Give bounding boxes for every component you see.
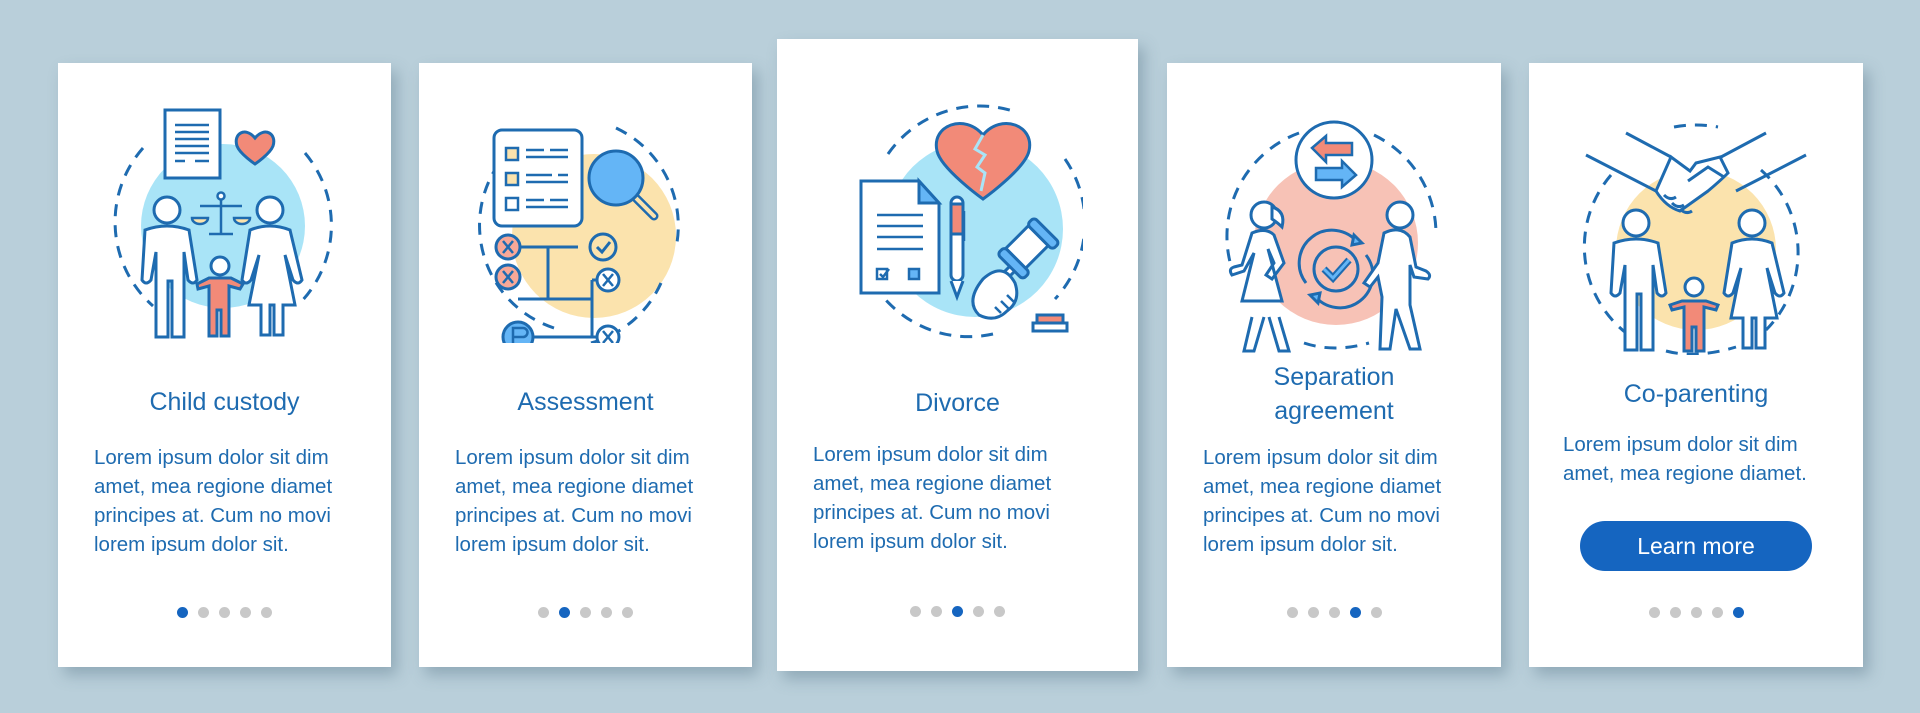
description-line: amet, mea regione diamet [1203, 475, 1442, 498]
page-dot-2[interactable] [559, 607, 570, 618]
title-line: agreement [1274, 397, 1394, 425]
page-dot-3[interactable] [1690, 607, 1702, 618]
page-dot-1[interactable] [177, 607, 188, 618]
title-line: Separation [1273, 363, 1395, 391]
description-line: amet, mea regione diamet. [1563, 462, 1807, 485]
onboarding-card-assessment: Assessment Lorem ipsum dolor sit dim ame… [419, 63, 752, 667]
card-title: Co-parenting [1529, 377, 1863, 411]
page-dot-2[interactable] [1307, 607, 1319, 618]
description-line: lorem ipsum dolor sit. [94, 533, 289, 556]
card-description: Lorem ipsum dolor sit dim amet, mea regi… [455, 443, 732, 559]
pagination-dots [777, 606, 1138, 617]
description-line: principes at. Cum no movi [813, 501, 1050, 524]
description-line: lorem ipsum dolor sit. [813, 530, 1008, 553]
page-dot-1[interactable] [538, 607, 549, 618]
description-line: principes at. Cum no movi [1203, 504, 1440, 527]
description-line: lorem ipsum dolor sit. [455, 533, 650, 556]
page-dot-4[interactable] [1349, 607, 1361, 618]
assessment-illustration [477, 126, 680, 343]
description-line: Lorem ipsum dolor sit dim [813, 443, 1048, 466]
pen-icon [949, 195, 965, 302]
page-dot-2[interactable] [198, 607, 209, 618]
page-dot-5[interactable] [622, 607, 633, 618]
page-dot-3[interactable] [580, 607, 591, 618]
page-dot-2[interactable] [931, 606, 942, 617]
checklist-icon [492, 128, 583, 228]
page-dot-4[interactable] [240, 607, 251, 618]
page-dot-1[interactable] [1648, 607, 1660, 618]
description-line: Lorem ipsum dolor sit dim [1203, 446, 1438, 469]
card-title: Separation agreement [1167, 360, 1501, 428]
page-dot-4[interactable] [973, 606, 984, 617]
page-dot-2[interactable] [1669, 607, 1681, 618]
document-icon [163, 108, 221, 180]
card-description: Lorem ipsum dolor sit dim amet, mea regi… [1203, 443, 1481, 559]
onboarding-card-child-custody: Child custody Lorem ipsum dolor sit dim … [58, 63, 391, 667]
card-title: Assessment [419, 385, 752, 419]
card-title: Divorce [777, 386, 1138, 420]
onboarding-card-divorce: Divorce Lorem ipsum dolor sit dim amet, … [777, 39, 1138, 671]
co-parenting-illustration [1582, 123, 1807, 355]
page-dot-3[interactable] [952, 606, 963, 617]
description-line: principes at. Cum no movi [455, 504, 692, 527]
description-line: Lorem ipsum dolor sit dim [94, 446, 329, 469]
separation-agreement-illustration [1225, 120, 1438, 353]
card-description: Lorem ipsum dolor sit dim amet, mea regi… [1563, 430, 1843, 488]
page-dot-5[interactable] [261, 607, 272, 618]
description-line: Lorem ipsum dolor sit dim [1563, 433, 1798, 456]
pagination-dots [1529, 607, 1863, 618]
card-title: Child custody [58, 385, 391, 419]
page-dot-4[interactable] [1711, 607, 1723, 618]
pagination-dots [1167, 607, 1501, 618]
child-custody-illustration [113, 108, 333, 339]
page-dot-5[interactable] [1732, 607, 1744, 618]
page-dot-1[interactable] [1286, 607, 1298, 618]
divorce-illustration [859, 104, 1083, 339]
description-line: amet, mea regione diamet [455, 475, 694, 498]
description-line: amet, mea regione diamet [813, 472, 1052, 495]
onboarding-card-separation-agreement: Separation agreement Lorem ipsum dolor s… [1167, 63, 1501, 667]
title-line: Child custody [149, 388, 300, 416]
exchange-arrows-icon [1294, 120, 1374, 200]
page-dot-1[interactable] [910, 606, 921, 617]
description-line: lorem ipsum dolor sit. [1203, 533, 1398, 556]
handshake-icon [1585, 131, 1807, 215]
page-dot-5[interactable] [1370, 607, 1382, 618]
document-icon [859, 177, 942, 295]
description-line: amet, mea regione diamet [94, 475, 333, 498]
page-dot-3[interactable] [1328, 607, 1340, 618]
card-description: Lorem ipsum dolor sit dim amet, mea regi… [94, 443, 371, 559]
pagination-dots [419, 607, 752, 618]
card-description: Lorem ipsum dolor sit dim amet, mea regi… [813, 440, 1118, 556]
page-dot-3[interactable] [219, 607, 230, 618]
title-line: Assessment [517, 388, 654, 416]
page-dot-5[interactable] [994, 606, 1005, 617]
pagination-dots [58, 607, 391, 618]
learn-more-button[interactable]: Learn more [1580, 521, 1812, 571]
title-line: Divorce [915, 389, 1000, 417]
page-dot-4[interactable] [601, 607, 612, 618]
description-line: principes at. Cum no movi [94, 504, 331, 527]
onboarding-card-co-parenting: Co-parenting Lorem ipsum dolor sit dim a… [1529, 63, 1863, 667]
description-line: Lorem ipsum dolor sit dim [455, 446, 690, 469]
title-line: Co-parenting [1623, 380, 1769, 408]
